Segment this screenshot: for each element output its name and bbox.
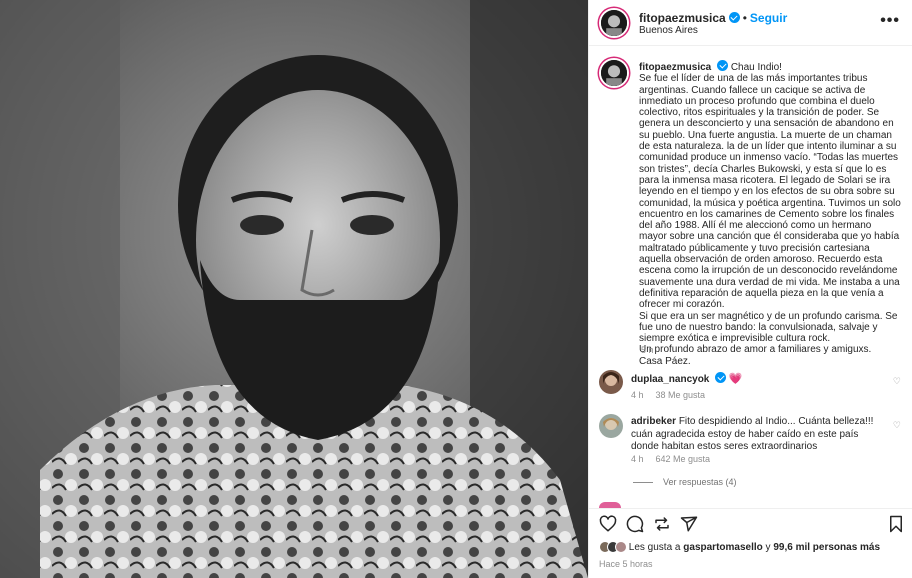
likes-summary: Les gusta a gaspartomasello y 99,6 mil p…	[599, 541, 880, 556]
view-replies-label: Ver respuestas (4)	[663, 477, 737, 487]
post-actions-bar: Les gusta a gaspartomasello y 99,6 mil p…	[589, 508, 912, 578]
repost-icon[interactable]	[653, 515, 671, 533]
author-username[interactable]: fitopaezmusica	[639, 11, 726, 25]
likes-prefix: Les gusta a	[628, 542, 681, 553]
caption-line: Casa Páez.	[639, 355, 691, 367]
comment-likes[interactable]: 38 Me gusta	[656, 390, 706, 400]
bookmark-icon[interactable]	[887, 515, 905, 533]
post-photo[interactable]	[0, 0, 588, 578]
divider	[633, 482, 653, 484]
post-date[interactable]: Hace 5 horas	[599, 559, 653, 569]
likes-connector: y	[765, 542, 771, 553]
post-location[interactable]: Buenos Aires	[639, 25, 698, 36]
comment-timestamp[interactable]: 4 h	[631, 454, 644, 464]
liker-username[interactable]: gaspartomasello	[683, 542, 762, 553]
caption-line: Se fue el líder de una de las más import…	[639, 73, 901, 311]
likes-count[interactable]: 99,6 mil personas más	[773, 542, 880, 553]
caption-line: Chau Indio!	[730, 62, 782, 73]
comment-timestamp[interactable]: 4 h	[631, 390, 644, 400]
caption-username[interactable]: fitopaezmusica	[639, 62, 711, 73]
view-replies-button[interactable]: Ver respuestas (4)	[633, 477, 737, 487]
heart-icon[interactable]	[599, 515, 617, 533]
comment-like-icon[interactable]: ♡	[893, 376, 901, 387]
comment-like-icon[interactable]: ♡	[893, 420, 901, 431]
commenter-avatar[interactable]	[599, 414, 623, 438]
commenter-username[interactable]: duplaa_nancyok	[631, 374, 709, 385]
commenter-username[interactable]: adribeker	[631, 416, 676, 427]
liker-avatars[interactable]	[599, 541, 627, 556]
verified-icon	[717, 60, 729, 71]
post-header: fitopaezmusica • Seguir Buenos Aires •••	[589, 0, 912, 46]
caption-text: fitopaezmusica Chau Indio! Se fue el líd…	[639, 60, 901, 367]
comment-text: 💗	[728, 373, 743, 385]
commenter-avatar[interactable]	[599, 370, 623, 394]
caption-timestamp[interactable]: 5 h	[641, 345, 654, 355]
separator: •	[742, 11, 747, 25]
verified-icon	[715, 372, 727, 383]
verified-icon	[728, 12, 740, 23]
share-icon[interactable]	[680, 515, 698, 533]
comment-likes[interactable]: 642 Me gusta	[656, 454, 711, 464]
caption-author-avatar[interactable]	[599, 58, 629, 88]
post-side-panel: fitopaezmusica • Seguir Buenos Aires ••• f…	[588, 0, 912, 578]
author-avatar[interactable]	[599, 8, 629, 38]
portrait-image	[0, 0, 588, 578]
more-options-icon[interactable]: •••	[880, 12, 900, 30]
caption-line: Si que era un ser magnético y de un prof…	[639, 310, 898, 345]
caption-line: Un profundo abrazo de amor a familiares …	[639, 344, 872, 356]
follow-button[interactable]: Seguir	[750, 11, 787, 25]
comment-icon[interactable]	[626, 515, 644, 533]
